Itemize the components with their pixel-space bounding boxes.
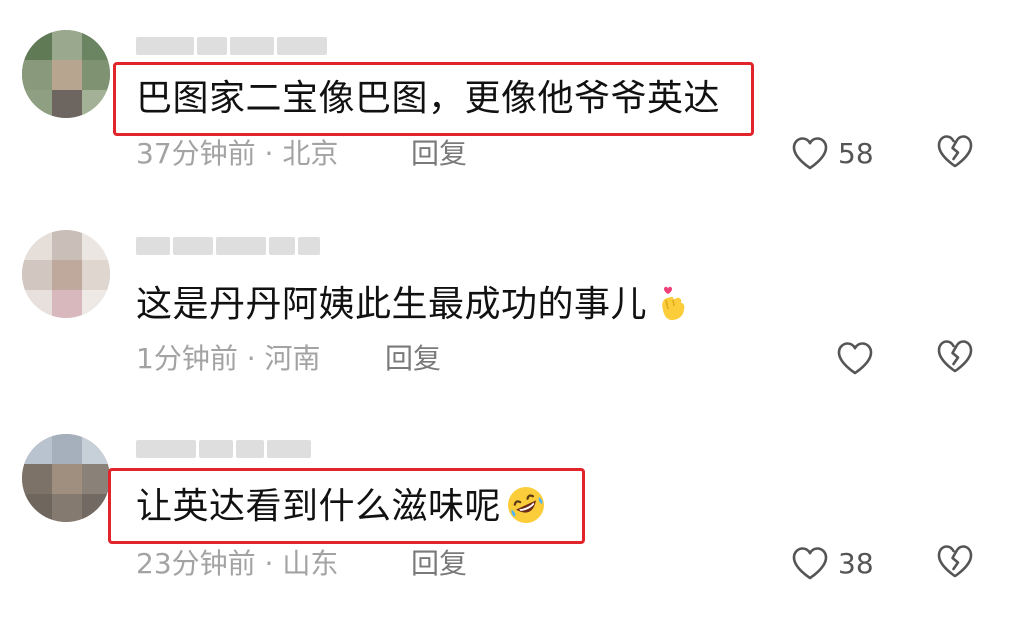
heart-icon xyxy=(837,342,873,375)
comment-location: 河南 xyxy=(264,342,321,375)
like-button[interactable]: 38 xyxy=(790,542,874,586)
heart-icon xyxy=(792,547,828,580)
finger-heart-emoji xyxy=(662,286,685,320)
meta-separator: · xyxy=(246,342,256,375)
like-button[interactable] xyxy=(835,337,883,381)
reply-button[interactable]: 回复 xyxy=(411,546,467,582)
comment-meta: 1分钟前 · 河南 xyxy=(136,341,321,377)
meta-separator: · xyxy=(264,547,274,580)
comment-text: 这是丹丹阿姨此生最成功的事儿 xyxy=(136,280,693,330)
broken-heart-icon xyxy=(937,340,973,373)
dislike-button[interactable] xyxy=(935,542,975,586)
broken-heart-icon xyxy=(937,545,973,578)
comment-text-content: 让英达看到什么滋味呢 xyxy=(136,486,502,527)
username-blurred[interactable] xyxy=(136,234,331,258)
comment-location: 山东 xyxy=(282,547,339,580)
username-blurred[interactable] xyxy=(136,437,331,461)
avatar[interactable] xyxy=(22,230,110,318)
comment-time: 1分钟前 xyxy=(136,342,238,375)
comment-text-content: 这是丹丹阿姨此生最成功的事儿 xyxy=(136,284,648,325)
avatar[interactable] xyxy=(22,434,110,522)
rolling-laughing-emoji xyxy=(508,487,545,523)
comment-text: 让英达看到什么滋味呢 xyxy=(136,482,547,532)
reply-button[interactable]: 回复 xyxy=(385,341,441,377)
like-count: 38 xyxy=(838,547,874,580)
comment-meta: 23分钟前 · 山东 xyxy=(136,546,338,582)
dislike-button[interactable] xyxy=(935,337,975,381)
comment-item: 让英达看到什么滋味呢 23分钟前 · 山东 回复 38 xyxy=(0,0,1024,580)
comment-time: 23分钟前 xyxy=(136,547,256,580)
